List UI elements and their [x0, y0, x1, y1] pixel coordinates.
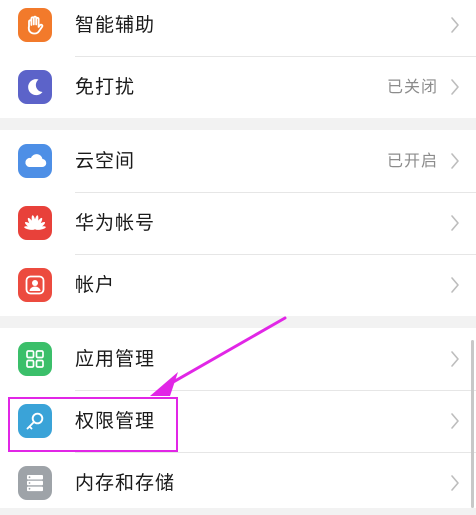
settings-screen: 智能辅助 免打扰 已关闭 云空间 已开启 华为帐号 帐户 应用管理 权限管理 内…	[0, 0, 476, 508]
arrow-annotation	[150, 316, 287, 396]
